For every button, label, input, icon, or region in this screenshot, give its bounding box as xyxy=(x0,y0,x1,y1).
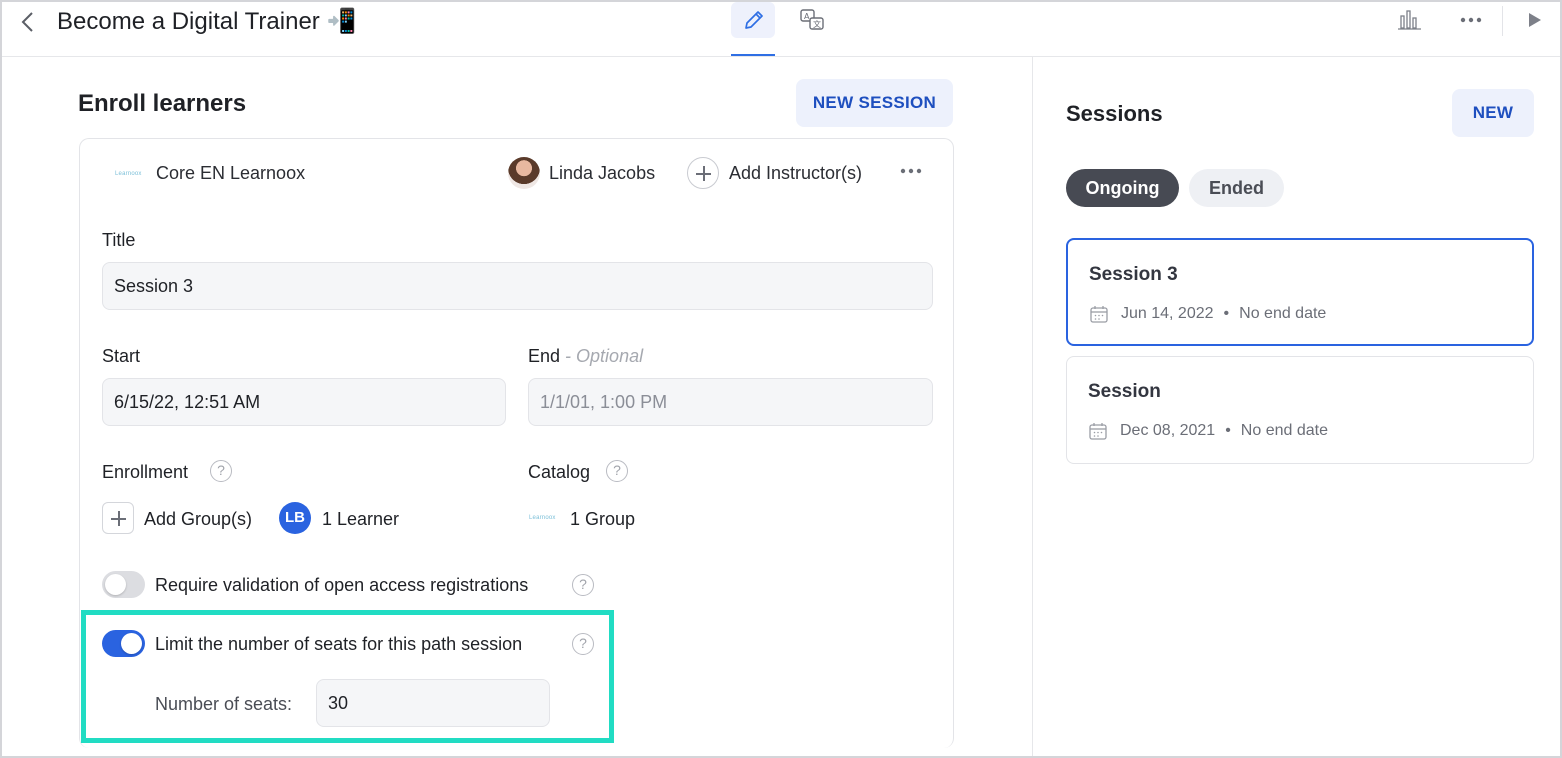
title-input-value: Session 3 xyxy=(114,275,194,296)
enrollment-help-icon[interactable]: ? xyxy=(210,460,232,482)
svg-text:文: 文 xyxy=(813,19,821,29)
sessions-heading: Sessions xyxy=(1066,101,1163,126)
validation-help-icon[interactable]: ? xyxy=(572,574,594,596)
session-card-session[interactable]: Session Dec 08, 2021 • No end date xyxy=(1066,356,1534,464)
calendar-icon xyxy=(1089,423,1107,440)
end-label: End - Optional xyxy=(528,346,643,367)
validation-toggle-knob xyxy=(105,574,126,595)
validation-toggle[interactable] xyxy=(102,571,145,598)
instructor-avatar xyxy=(508,157,540,189)
end-date-input[interactable]: 1/1/01, 1:00 PM xyxy=(528,378,933,426)
more-icon[interactable] xyxy=(1457,8,1485,32)
session-meta: Jun 14, 2022 • No end date xyxy=(1089,304,1326,324)
catalog-groups-link[interactable]: 1 Group xyxy=(570,509,635,530)
top-bar: Become a Digital Trainer 📲 A文 xyxy=(2,2,1560,57)
validation-label: Require validation of open access regist… xyxy=(155,575,529,595)
add-instructor-plus-icon[interactable] xyxy=(687,157,719,189)
add-groups-plus-icon[interactable] xyxy=(102,502,134,534)
catalog-logo: Learnoox xyxy=(115,171,142,177)
filter-ended[interactable]: Ended xyxy=(1189,169,1284,207)
start-date-input[interactable]: 6/15/22, 12:51 AM xyxy=(102,378,506,426)
learner-avatar: LB xyxy=(279,502,311,534)
end-optional-note: - Optional xyxy=(565,346,644,366)
svg-text:A: A xyxy=(804,12,810,21)
end-label-text: End xyxy=(528,346,561,366)
catalog-name: Core EN Learnoox xyxy=(156,163,306,183)
page-title-text: Become a Digital Trainer xyxy=(57,8,320,35)
session-end-date: No end date xyxy=(1239,305,1327,322)
title-label: Title xyxy=(102,230,136,250)
add-groups-button[interactable]: Add Group(s) xyxy=(144,509,252,530)
add-instructor-button[interactable]: Add Instructor(s) xyxy=(729,163,862,184)
learners-count-link[interactable]: 1 Learner xyxy=(322,509,399,530)
filter-ongoing[interactable]: Ongoing xyxy=(1066,169,1179,207)
bar-chart-icon[interactable] xyxy=(1396,8,1424,32)
catalog-group-logo: Learnoox xyxy=(529,515,556,521)
catalog-help-icon[interactable]: ? xyxy=(606,460,628,482)
start-date-value: 6/15/22, 12:51 AM xyxy=(114,391,261,412)
instructor-name: Linda Jacobs xyxy=(549,163,656,183)
session-card-session-3[interactable]: Session 3 Jun 14, 2022 • No end date xyxy=(1066,238,1534,346)
calendar-icon xyxy=(1090,306,1108,323)
tab-edit-underline xyxy=(731,54,775,56)
session-start-date: Dec 08, 2021 xyxy=(1120,422,1216,439)
play-icon[interactable] xyxy=(1524,10,1544,30)
pencil-icon xyxy=(745,11,763,29)
catalog-label: Catalog xyxy=(528,462,591,482)
session-meta: Dec 08, 2021 • No end date xyxy=(1088,421,1328,441)
new-session-button[interactable]: NEW SESSION xyxy=(796,79,953,127)
session-title: Session 3 xyxy=(1089,264,1178,285)
session-end-date: No end date xyxy=(1240,422,1328,439)
new-session-side-button[interactable]: NEW xyxy=(1452,89,1534,137)
enrollment-label: Enrollment xyxy=(102,462,189,482)
session-title: Session xyxy=(1088,381,1161,402)
tab-edit[interactable] xyxy=(731,2,775,56)
card-more-icon[interactable] xyxy=(896,159,926,183)
enroll-heading: Enroll learners xyxy=(78,90,247,117)
panel-divider xyxy=(1032,57,1033,756)
start-label: Start xyxy=(102,346,141,366)
back-arrow-icon[interactable] xyxy=(18,10,38,34)
translate-icon[interactable]: A文 xyxy=(798,6,828,36)
meta-separator: • xyxy=(1225,422,1231,439)
title-input[interactable]: Session 3 xyxy=(102,262,933,310)
page-title: Become a Digital Trainer 📲 xyxy=(57,7,356,36)
meta-separator: • xyxy=(1223,305,1230,322)
mobile-phone-icon: 📲 xyxy=(326,8,357,35)
highlight-box xyxy=(81,610,614,743)
end-date-placeholder: 1/1/01, 1:00 PM xyxy=(540,391,668,412)
session-start-date: Jun 14, 2022 xyxy=(1121,305,1214,322)
toolbar-divider xyxy=(1502,6,1503,36)
